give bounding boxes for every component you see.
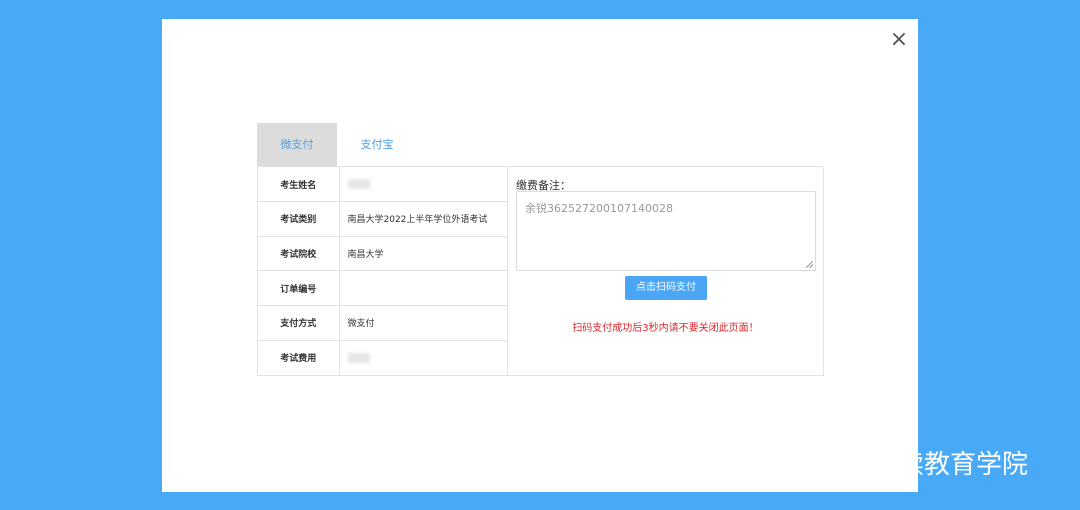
row-label: 订单编号 [258,270,340,307]
payment-info-box: 考生姓名 考试类别 南昌大学2022上半年学位外语考试 考试院校 南昌大学 订单… [257,166,824,376]
tab-wechat-pay[interactable]: 微支付 [257,123,337,167]
table-row: 考试院校 南昌大学 [258,236,508,272]
table-row: 支付方式 微支付 [258,305,508,341]
row-label: 支付方式 [258,305,340,341]
row-value [339,270,508,307]
row-value-redacted [339,167,508,203]
watermark-text: 南昌大学继续教育学院 [768,449,1029,480]
payment-note-section: 缴费备注： 余锐362527200107140028 点击扫码支付 扫码支付成功… [508,167,823,375]
row-value: 南昌大学 [339,236,508,272]
table-row: 考试费用 [258,340,508,375]
table-row: 订单编号 [258,270,508,307]
scan-pay-button[interactable]: 点击扫码支付 [625,276,707,300]
row-label: 考试类别 [258,201,340,237]
note-textarea[interactable]: 余锐362527200107140028 [516,191,816,271]
payment-dialog: × 微支付 支付宝 考生姓名 考试类别 南昌大学2022上半年学位外语考试 考试… [162,19,918,492]
payment-tabs: 微支付 支付宝 [257,123,417,167]
tab-alipay[interactable]: 支付宝 [337,123,417,167]
row-value: 南昌大学2022上半年学位外语考试 [339,201,508,237]
watermark: 南昌大学继续教育学院 [720,442,1028,482]
close-icon[interactable]: × [886,27,912,53]
row-label: 考生姓名 [258,167,340,203]
row-value: 微支付 [339,305,508,341]
table-row: 考生姓名 [258,167,508,203]
row-label: 考试院校 [258,236,340,272]
wechat-icon [720,447,760,479]
resize-grip-icon[interactable] [806,261,813,268]
row-value-redacted [339,340,508,375]
warning-text: 扫码支付成功后3秒内请不要关闭此页面！ [572,323,759,334]
row-label: 考试费用 [258,340,340,375]
note-text: 余锐362527200107140028 [525,202,673,215]
exam-info-table: 考生姓名 考试类别 南昌大学2022上半年学位外语考试 考试院校 南昌大学 订单… [258,167,508,375]
table-row: 考试类别 南昌大学2022上半年学位外语考试 [258,201,508,237]
